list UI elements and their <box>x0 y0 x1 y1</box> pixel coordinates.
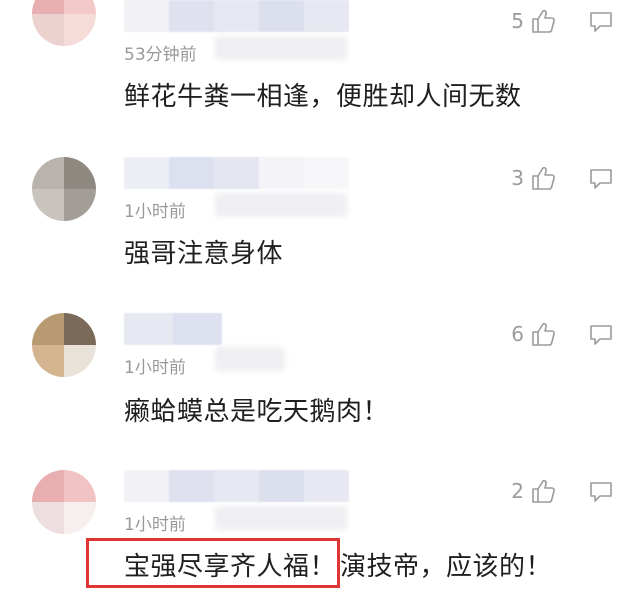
comment-time: 1小时前 <box>124 358 186 378</box>
highlight-annotation-box <box>86 538 340 588</box>
comment-bubble-icon[interactable] <box>588 9 614 35</box>
username-blurred[interactable] <box>124 470 349 502</box>
comment-time: 53分钟前 <box>124 45 197 65</box>
thumbs-up-icon[interactable] <box>530 8 556 34</box>
thumbs-up-icon[interactable] <box>530 321 556 347</box>
like-count: 6 <box>511 322 524 346</box>
comment-text: 癞蛤蟆总是吃天鹅肉！ <box>124 397 390 427</box>
username-blurred[interactable] <box>124 313 222 345</box>
comment-time: 1小时前 <box>124 202 186 222</box>
comment-text-rest: 演技帝，应该的！ <box>340 552 553 582</box>
like-count: 3 <box>511 166 524 190</box>
thumbs-up-icon[interactable] <box>530 478 556 504</box>
username-blurred[interactable] <box>124 157 349 189</box>
like-count: 2 <box>511 479 524 503</box>
comment-text: 强哥注意身体 <box>124 239 284 269</box>
like-count: 5 <box>511 9 524 33</box>
comment-bubble-icon[interactable] <box>588 322 614 348</box>
avatar[interactable] <box>32 157 96 221</box>
avatar[interactable] <box>32 313 96 377</box>
avatar[interactable] <box>32 0 96 46</box>
thumbs-up-icon[interactable] <box>530 165 556 191</box>
comment-bubble-icon[interactable] <box>588 479 614 505</box>
comment-time: 1小时前 <box>124 515 186 535</box>
avatar[interactable] <box>32 470 96 534</box>
comment-bubble-icon[interactable] <box>588 166 614 192</box>
comment-text: 鲜花牛粪一相逢，便胜却人间无数 <box>124 82 522 112</box>
username-blurred[interactable] <box>124 0 349 32</box>
